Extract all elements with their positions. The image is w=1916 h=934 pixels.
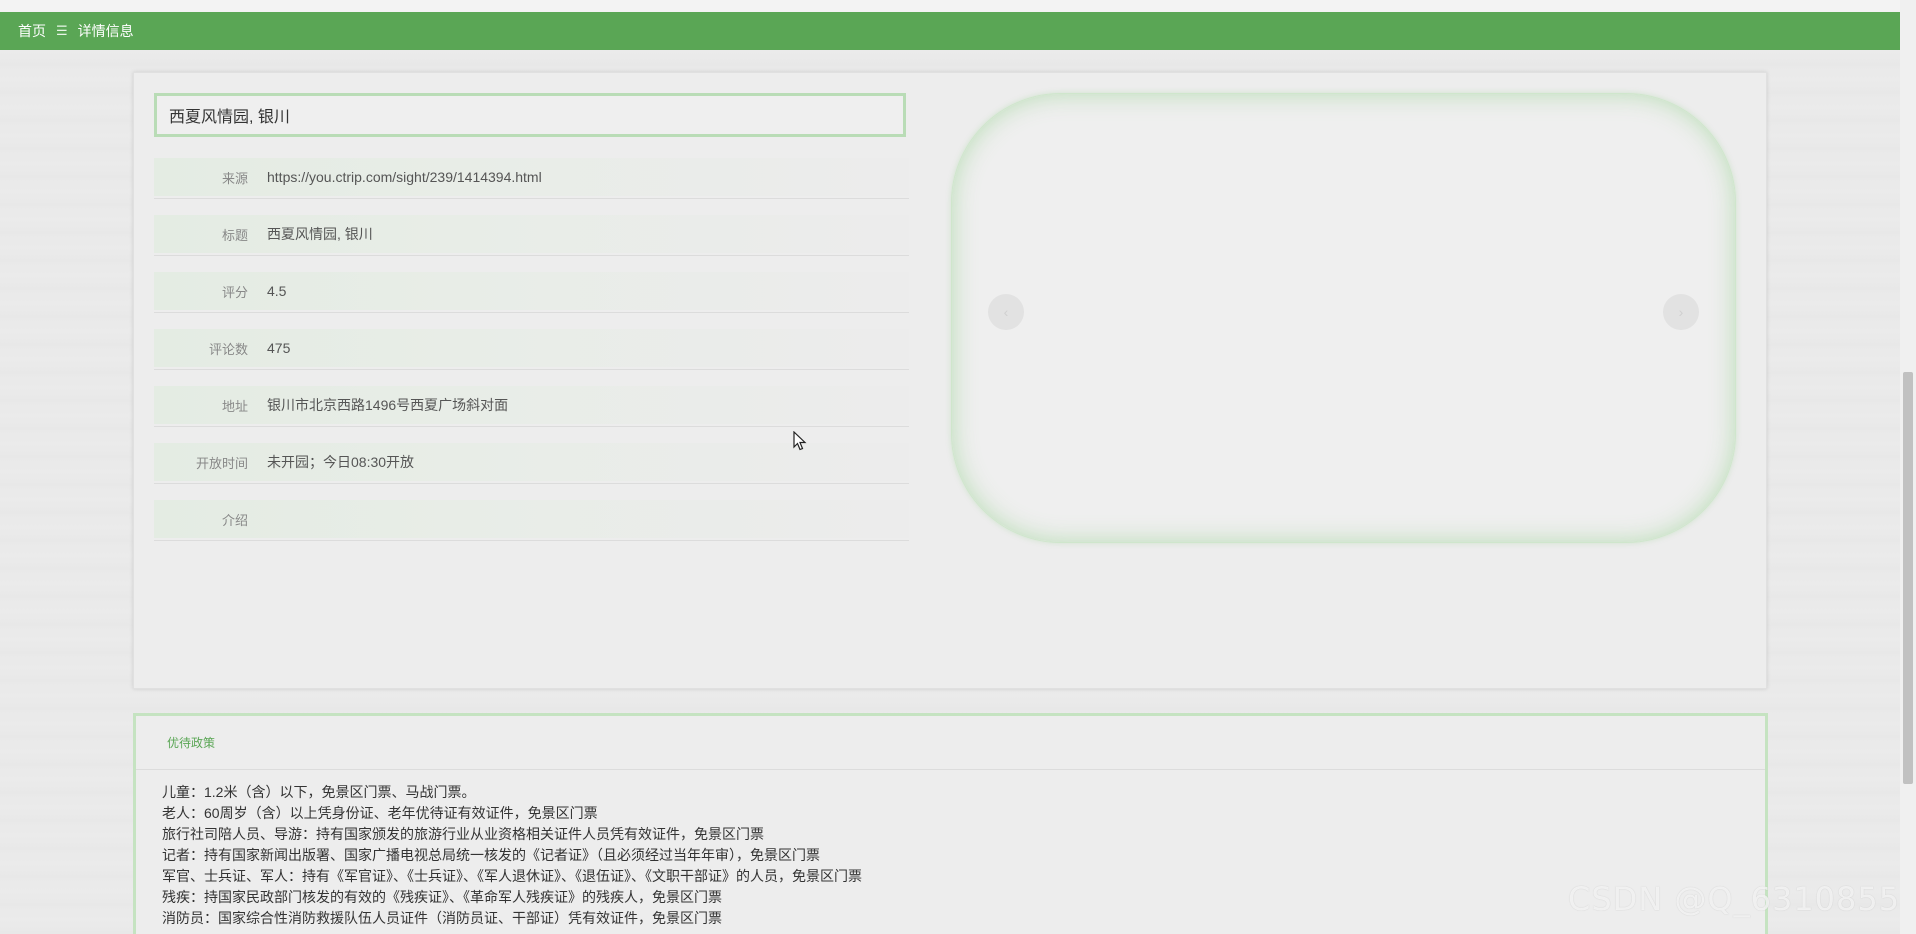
source-link[interactable]: https://you.ctrip.com/sight/239/1414394.… [267, 155, 542, 185]
mouse-cursor-icon [793, 431, 807, 451]
info-label: 评论数 [208, 341, 248, 357]
info-value: 银川市北京西路1496号西夏广场斜对面 [267, 397, 509, 413]
policy-item: 军官、士兵证、军人：持有《军官证》、《士兵证》、《军人退休证》、《退伍证》、《文… [162, 868, 862, 884]
info-label: 介绍 [221, 512, 248, 528]
info-row-intro: 介绍 [154, 484, 909, 541]
policy-panel: 优待政策 儿童：1.2米（含）以下，免景区门票、马战门票。 老人：60周岁（含）… [133, 713, 1768, 934]
info-label: 地址 [221, 398, 248, 414]
breadcrumb-home-link[interactable]: 首页 [18, 21, 46, 41]
chevron-left-icon[interactable]: ‹ [988, 294, 1024, 330]
image-carousel[interactable]: ‹ › [951, 93, 1736, 543]
info-row-rating: 评分 4.5 [154, 256, 909, 313]
policy-item: 旅行社司陪人员、导游：持有国家颁发的旅游行业从业资格相关证件人员凭有效证件，免景… [162, 826, 764, 842]
policy-header: 优待政策 [136, 716, 1765, 770]
breadcrumb-bar: 首页 ☰ 详情信息 [0, 12, 1900, 50]
info-label: 标题 [221, 227, 248, 243]
breadcrumb-current: 详情信息 [77, 23, 134, 39]
info-label: 开放时间 [195, 455, 248, 471]
page: 首页 ☰ 详情信息 西夏风情园, 银川 来源 https://you.ctrip… [0, 0, 1916, 934]
detail-panel: 西夏风情园, 银川 来源 https://you.ctrip.com/sight… [133, 72, 1767, 689]
scrollbar-track[interactable] [1900, 0, 1916, 934]
scrollbar-thumb[interactable] [1903, 372, 1913, 784]
breadcrumb-separator-icon: ☰ [56, 23, 68, 38]
info-label: 来源 [221, 170, 248, 186]
policy-item: 儿童：1.2米（含）以下，免景区门票、马战门票。 [162, 784, 476, 800]
info-value: 475 [267, 340, 291, 356]
info-list: 来源 https://you.ctrip.com/sight/239/14143… [154, 142, 909, 541]
info-row-review-count: 评论数 475 [154, 313, 909, 370]
info-value: 西夏风情园, 银川 [267, 226, 373, 242]
info-row-title: 标题 西夏风情园, 银川 [154, 199, 909, 256]
info-value: 未开园；今日08:30开放 [267, 454, 415, 470]
chevron-right-icon[interactable]: › [1663, 294, 1699, 330]
watermark: CSDN @Q_6310855 [1568, 880, 1901, 918]
info-value: 4.5 [267, 283, 287, 299]
detail-title: 西夏风情园, 银川 [154, 93, 906, 137]
info-label: 评分 [221, 284, 248, 300]
policy-item: 老人：60周岁（含）以上凭身份证、老年优待证有效证件，免景区门票 [162, 805, 598, 821]
info-row-source: 来源 https://you.ctrip.com/sight/239/14143… [154, 142, 909, 199]
policy-item: 记者：持有国家新闻出版署、国家广播电视总局统一核发的《记者证》（且必须经过当年年… [162, 847, 820, 863]
policy-list: 儿童：1.2米（含）以下，免景区门票、马战门票。 老人：60周岁（含）以上凭身份… [162, 782, 862, 929]
policy-item: 消防员：国家综合性消防救援队伍人员证件（消防员证、干部证）凭有效证件，免景区门票 [162, 910, 722, 926]
policy-item: 残疾：持国家民政部门核发的有效的《残疾证》、《革命军人残疾证》的残疾人，免景区门… [162, 889, 722, 905]
info-row-address: 地址 银川市北京西路1496号西夏广场斜对面 [154, 370, 909, 427]
top-strip [0, 0, 1900, 12]
